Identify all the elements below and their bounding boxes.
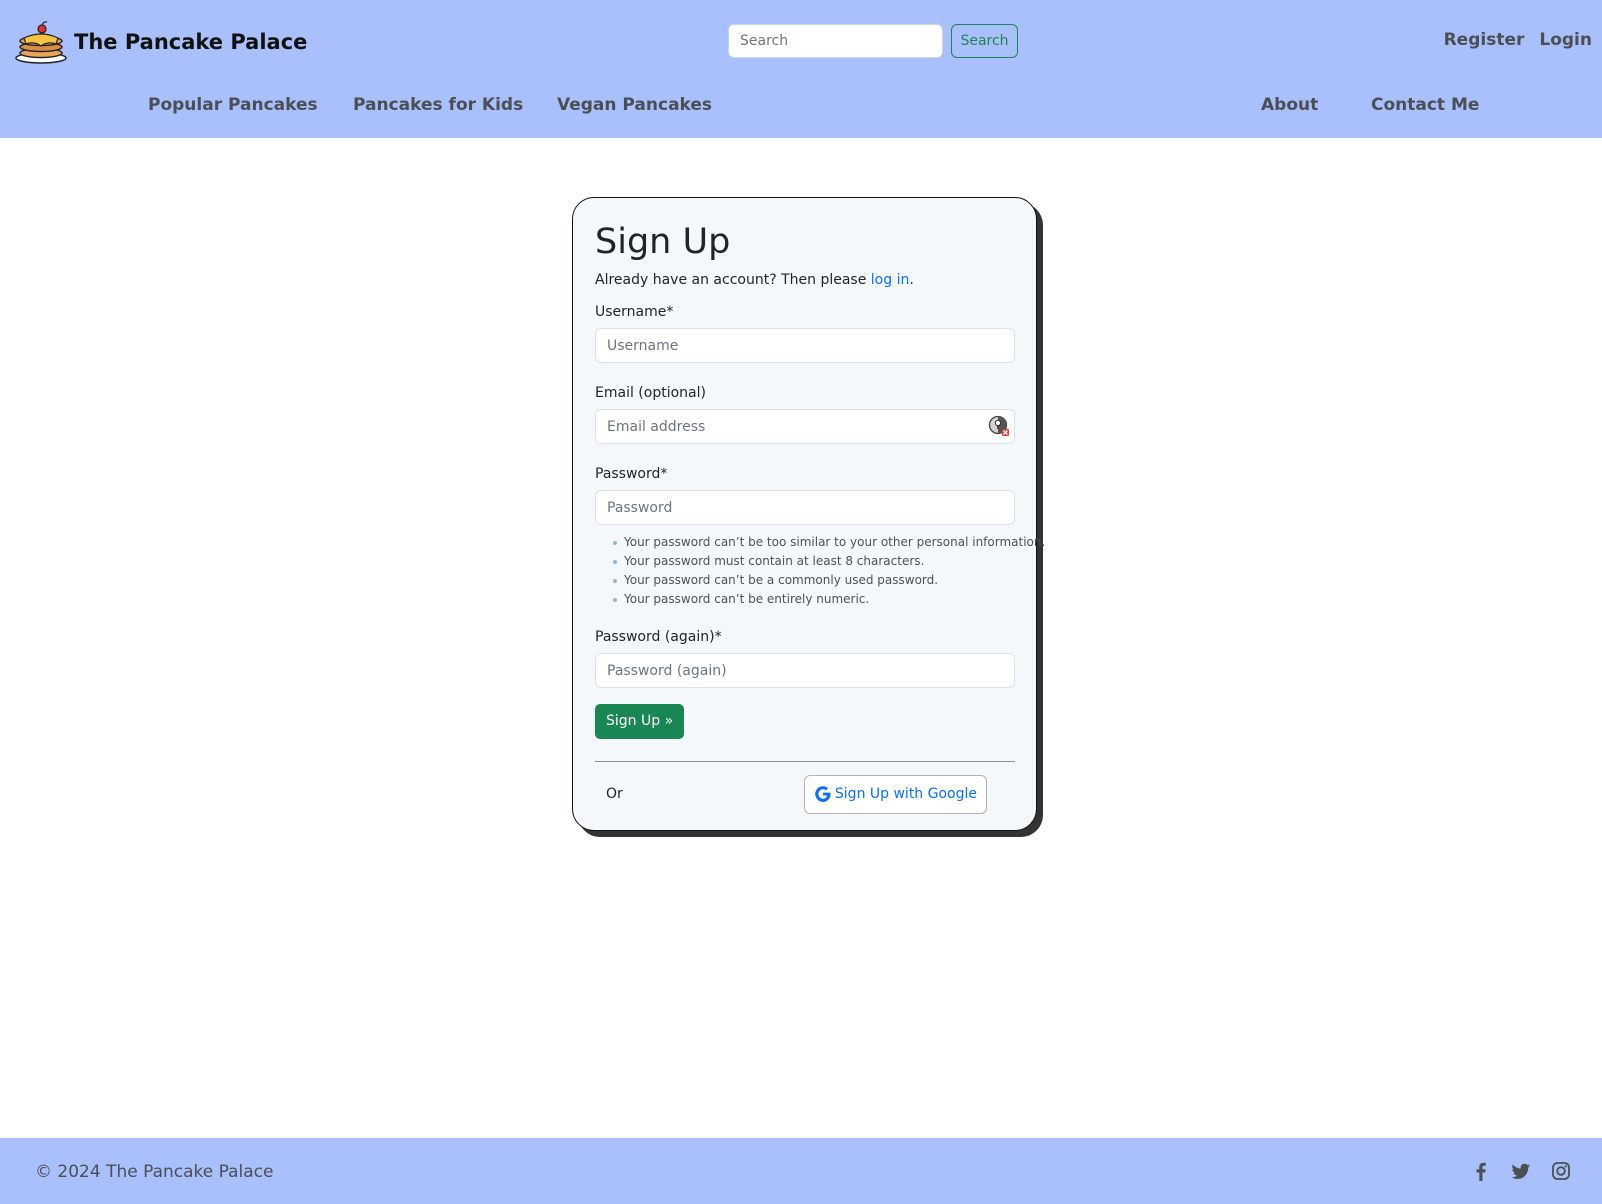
username-label: Username* (595, 304, 674, 320)
login-prompt: Already have an account? Then please log… (595, 272, 1014, 288)
password-input[interactable] (595, 490, 1015, 525)
password-manager-icon[interactable] (988, 415, 1010, 437)
search-input[interactable] (728, 24, 943, 58)
email-input[interactable] (595, 409, 1015, 444)
main-nav: Popular Pancakes Pancakes for Kids Vegan… (0, 95, 1602, 125)
site-footer: © 2024 The Pancake Palace (0, 1138, 1602, 1204)
login-inline-link[interactable]: log in (871, 272, 910, 288)
google-signup-button[interactable]: Sign Up with Google (803, 774, 987, 814)
google-signup-label: Sign Up with Google (834, 786, 977, 802)
google-icon (815, 786, 831, 802)
nav-vegan-pancakes[interactable]: Vegan Pancakes (557, 95, 712, 115)
password-help-item: Your password can’t be entirely numeric. (613, 590, 1014, 609)
nav-popular-pancakes[interactable]: Popular Pancakes (148, 95, 318, 115)
register-link[interactable]: Register (1444, 30, 1525, 50)
password-again-input[interactable] (595, 653, 1015, 688)
search-button[interactable]: Search (951, 24, 1018, 58)
copyright: © 2024 The Pancake Palace (35, 1162, 274, 1182)
password-label: Password* (595, 466, 668, 482)
nav-about[interactable]: About (1261, 95, 1318, 115)
password-again-field-wrap (595, 653, 1015, 688)
password-help-item: Your password can’t be too similar to yo… (613, 533, 1045, 552)
email-field-wrap (595, 409, 1015, 444)
nav-pancakes-for-kids[interactable]: Pancakes for Kids (353, 95, 523, 115)
signup-card: Sign Up Already have an account? Then pl… (572, 197, 1045, 831)
password-help-item: Your password can’t be a commonly used p… (613, 571, 1014, 590)
facebook-icon[interactable] (1470, 1160, 1492, 1182)
social-links (1470, 1160, 1572, 1182)
password-help-list: Your password can’t be too similar to yo… (613, 533, 1045, 609)
password-field-wrap (595, 490, 1015, 525)
email-label: Email (optional) (595, 385, 706, 401)
login-link[interactable]: Login (1539, 30, 1592, 50)
site-header: The Pancake Palace Search Register Login… (0, 0, 1602, 138)
username-field-wrap (595, 328, 1015, 363)
login-prompt-suffix: . (909, 272, 914, 288)
twitter-icon[interactable] (1510, 1160, 1532, 1182)
alt-signup-row: Or Sign Up with Google (595, 774, 987, 814)
auth-links: Register Login (1444, 30, 1592, 50)
username-input[interactable] (595, 328, 1015, 363)
password-help-item: Your password must contain at least 8 ch… (613, 552, 1014, 571)
divider (595, 760, 1015, 762)
login-prompt-text: Already have an account? Then please (595, 272, 871, 288)
password-again-label: Password (again)* (595, 629, 722, 645)
or-text: Or (606, 786, 623, 802)
brand-link[interactable]: The Pancake Palace (14, 20, 307, 64)
signup-button[interactable]: Sign Up » (595, 703, 685, 739)
page-title: Sign Up (595, 222, 731, 262)
nav-contact-me[interactable]: Contact Me (1371, 95, 1479, 115)
search-form: Search (728, 24, 1018, 58)
instagram-icon[interactable] (1550, 1160, 1572, 1182)
pancake-stack-icon (15, 21, 67, 64)
brand-name: The Pancake Palace (74, 30, 308, 54)
